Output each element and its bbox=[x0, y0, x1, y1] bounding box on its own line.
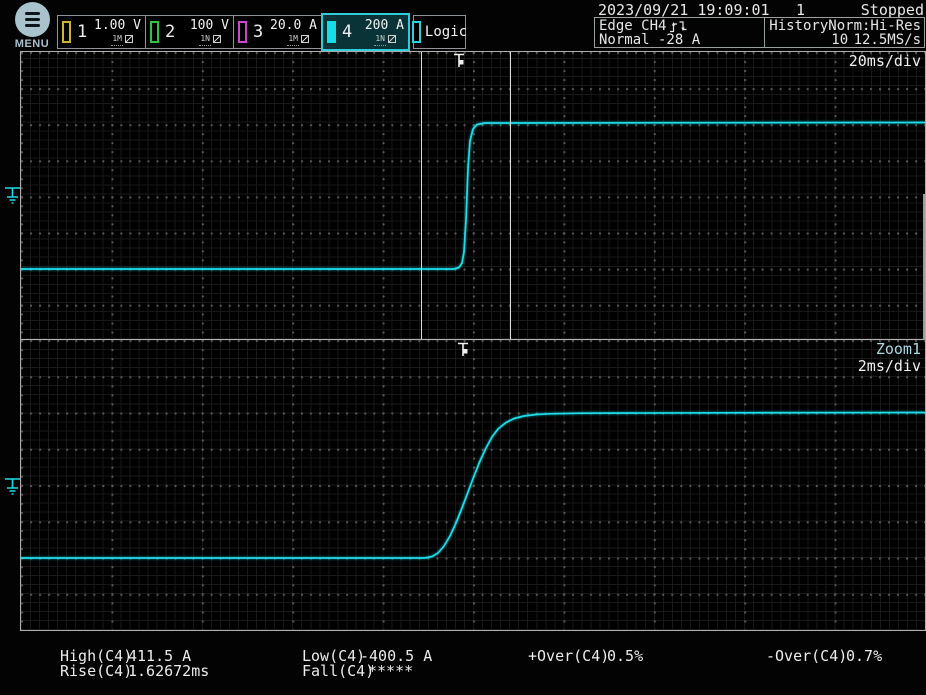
ch4-position-marker[interactable] bbox=[4, 186, 21, 206]
probe-icon bbox=[125, 35, 133, 43]
channel-4-scale: 200 A bbox=[365, 19, 404, 32]
channel-4-coupling: 1N bbox=[374, 32, 386, 46]
channel-2-coupling: 1N bbox=[199, 32, 211, 46]
main-timebase-label: 20ms/div bbox=[849, 53, 921, 70]
meas-fall-value: ***** bbox=[368, 664, 413, 679]
ch4-waveform-zoom bbox=[21, 340, 925, 630]
meas-rise-label: Rise(C4) bbox=[60, 664, 132, 679]
channel-2-number: 2 bbox=[165, 22, 175, 42]
trigger-slope-icon bbox=[670, 20, 687, 33]
display-area: 20ms/div Zoom1 2ms/div bbox=[20, 51, 926, 631]
channel-3-coupling: 1M bbox=[287, 32, 299, 46]
channel-2-color-chip-icon bbox=[150, 21, 159, 43]
probe-icon bbox=[301, 35, 309, 43]
channel-1-coupling: 1M bbox=[111, 32, 123, 46]
channel-1-color-chip-icon bbox=[62, 21, 71, 43]
zoom-region-right-handle[interactable] bbox=[510, 52, 511, 339]
meas-pover-value: 0.5% bbox=[607, 649, 643, 664]
channel-2-scale: 100 V bbox=[190, 19, 229, 32]
channel-3-number: 3 bbox=[253, 22, 263, 42]
ch4-waveform-main bbox=[21, 52, 925, 340]
zoom-graticule: Zoom1 2ms/div bbox=[21, 340, 925, 630]
zoom-window-name: Zoom1 bbox=[876, 340, 921, 358]
menu-button-label: MENU bbox=[10, 38, 54, 50]
zoom-timebase-label: 2ms/div bbox=[858, 357, 921, 375]
meas-nover-value: 0.7% bbox=[846, 649, 882, 664]
acquisition-info[interactable]: History Norm:Hi-Res 10 12.5MS/s bbox=[765, 18, 924, 47]
trigger-type: Edge CH4 bbox=[599, 19, 666, 33]
status-box: Edge CH4 Normal -28 A History Norm:Hi-Re… bbox=[594, 17, 925, 48]
channel-3-button[interactable]: 3 20.0 A 1M bbox=[233, 15, 322, 49]
meas-fall-label: Fall(C4) bbox=[302, 664, 374, 679]
main-graticule: 20ms/div bbox=[21, 52, 925, 340]
acq-mode: Norm:Hi-Res bbox=[828, 19, 921, 33]
channel-2-button[interactable]: 2 100 V 1N bbox=[145, 15, 234, 49]
channel-4-color-chip-icon bbox=[327, 21, 336, 43]
history-label: History bbox=[769, 19, 828, 33]
hamburger-icon bbox=[15, 2, 50, 37]
channel-3-color-chip-icon bbox=[238, 21, 247, 43]
channel-strip: 1 1.00 V 1M 2 100 V 1N 3 20.0 A 1M 4 bbox=[58, 15, 466, 49]
channel-4-number: 4 bbox=[342, 22, 352, 42]
channel-1-number: 1 bbox=[77, 22, 87, 42]
zoom-region-left-handle[interactable] bbox=[421, 52, 422, 339]
meas-pover-label: +Over(C4) bbox=[528, 649, 609, 664]
trigger-info[interactable]: Edge CH4 Normal -28 A bbox=[595, 18, 765, 47]
menu-button[interactable]: MENU bbox=[10, 2, 54, 50]
logic-color-chip-icon bbox=[412, 21, 421, 43]
vertical-position-indicator[interactable] bbox=[923, 194, 925, 340]
probe-icon bbox=[388, 35, 396, 43]
meas-rise-value: 1.62672ms bbox=[128, 664, 209, 679]
channel-3-scale: 20.0 A bbox=[270, 19, 317, 32]
channel-1-scale: 1.00 V bbox=[94, 19, 141, 32]
trigger-position-marker[interactable] bbox=[453, 53, 465, 68]
oscilloscope-screen: MENU 1 1.00 V 1M 2 100 V 1N 3 20.0 A 1M bbox=[0, 0, 926, 695]
logic-button[interactable]: Logic bbox=[413, 15, 466, 49]
zoom-labels: Zoom1 2ms/div bbox=[858, 341, 921, 375]
trigger-position-marker[interactable] bbox=[457, 342, 469, 357]
meas-nover-label: -Over(C4) bbox=[766, 649, 847, 664]
channel-1-button[interactable]: 1 1.00 V 1M bbox=[57, 15, 146, 49]
ch4-zoom-position-marker[interactable] bbox=[4, 477, 21, 497]
history-value: 10 bbox=[831, 33, 848, 47]
trigger-mode: Normal -28 A bbox=[599, 33, 764, 47]
probe-icon bbox=[213, 35, 221, 43]
logic-label: Logic bbox=[425, 24, 467, 40]
channel-4-button-active[interactable]: 4 200 A 1N bbox=[321, 13, 410, 51]
sample-rate: 12.5MS/s bbox=[854, 33, 921, 47]
